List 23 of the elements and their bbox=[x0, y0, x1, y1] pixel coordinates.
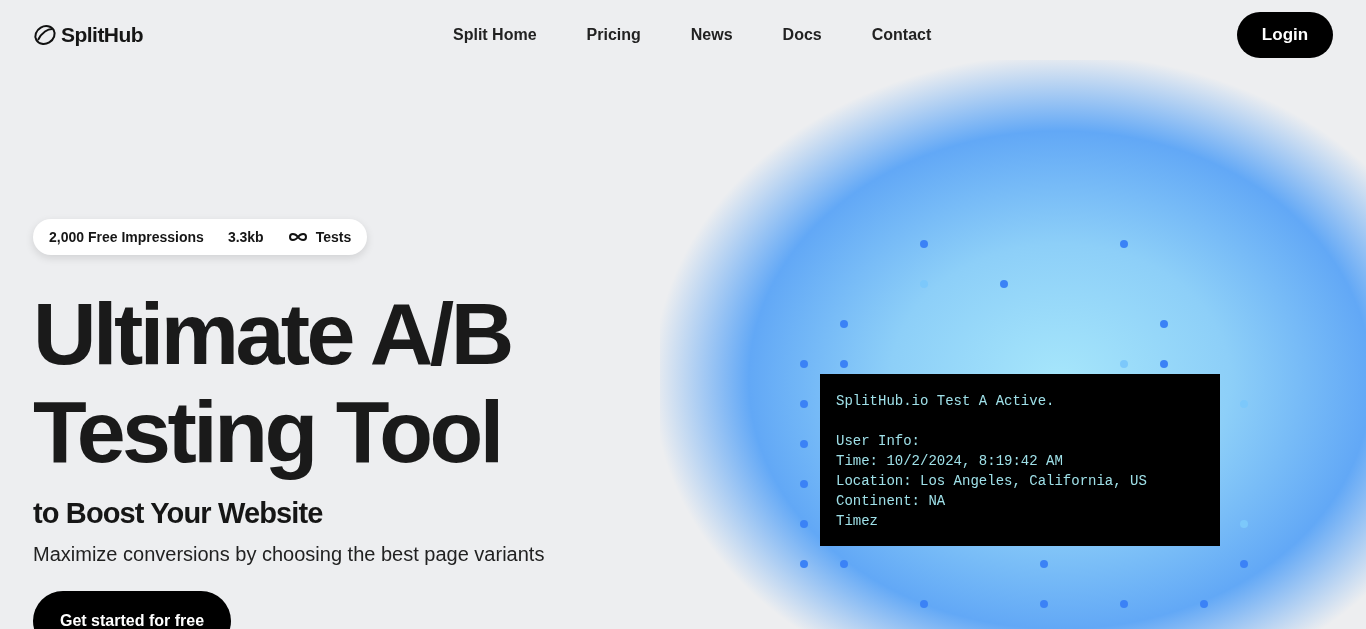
nav-link[interactable]: Docs bbox=[782, 23, 822, 47]
hero-subheading: to Boost Your Website bbox=[33, 496, 324, 531]
terminal-line: Time: 10/2/2024, 8:19:42 AM bbox=[836, 452, 1063, 471]
logo-icon bbox=[33, 23, 57, 47]
terminal-line: Timez bbox=[836, 512, 878, 531]
infinity-icon bbox=[287, 232, 308, 242]
terminal-line: User Info: bbox=[836, 432, 920, 451]
badge-label: Tests bbox=[315, 227, 352, 247]
badge-label: 3.3kb bbox=[227, 227, 264, 247]
hero-heading: Testing Tool bbox=[33, 383, 502, 481]
nav-link[interactable]: Contact bbox=[871, 23, 932, 47]
hero-heading: Ultimate A/B bbox=[33, 285, 512, 383]
badge-label: 2,000 Free Impressions bbox=[49, 227, 204, 247]
terminal-line: SplitHub.io Test A Active. bbox=[836, 392, 1055, 411]
brand-name: SplitHub bbox=[61, 22, 144, 49]
terminal-line: Continent: NA bbox=[836, 492, 946, 511]
login-button[interactable]: Login bbox=[1237, 12, 1333, 58]
nav-link[interactable]: Pricing bbox=[586, 23, 641, 47]
nav-link[interactable]: Split Home bbox=[453, 23, 537, 47]
terminal-line: Location: Los Angeles, California, US bbox=[836, 472, 1147, 491]
hero-description: Maximize conversions by choosing the best page variants bbox=[33, 542, 545, 567]
nav-link[interactable]: News bbox=[690, 23, 733, 47]
get-started-button[interactable]: Get started for free bbox=[33, 591, 232, 629]
